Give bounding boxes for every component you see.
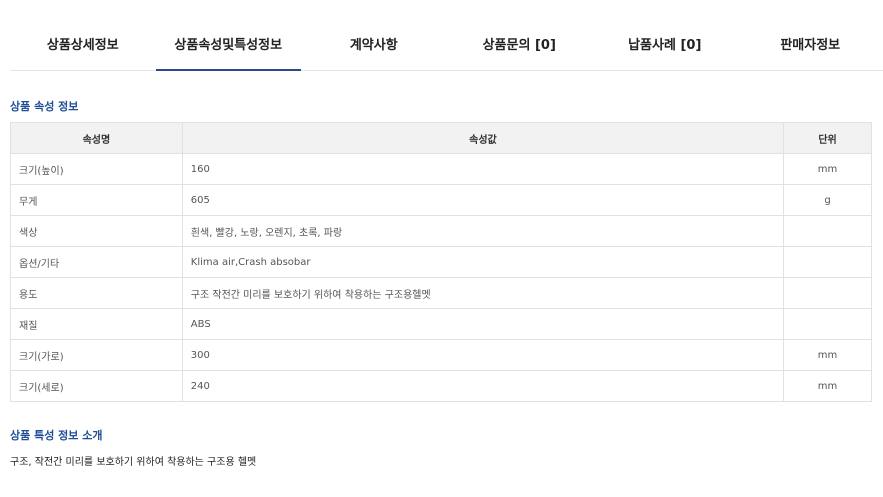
attribute-name: 크기(높이) xyxy=(10,153,183,185)
attribute-value: 구조 작전간 미리를 보호하기 위하여 착용하는 구조용헬멧 xyxy=(181,277,785,309)
attribute-unit: mm xyxy=(783,339,872,371)
attributes-header-row: 속성명 속성값 단위 xyxy=(10,122,872,154)
table-row: 재질 ABS xyxy=(10,308,872,340)
header-attribute-name: 속성명 xyxy=(10,122,183,154)
attributes-table: 속성명 속성값 단위 크기(높이) 160 mm 무게 605 g 색상 흰색,… xyxy=(10,122,872,402)
attribute-unit: g xyxy=(783,184,872,216)
attribute-unit: mm xyxy=(783,153,872,185)
attribute-value: 흰색, 빨강, 노랑, 오렌지, 초록, 파랑 xyxy=(181,215,785,247)
tab-product-detail[interactable]: 상품상세정보 xyxy=(10,22,156,71)
product-tab-bar: 상품상세정보 상품속성및특성정보 계약사항 상품문의 [0] 납품사례 [0] … xyxy=(10,22,883,71)
attribute-value: ABS xyxy=(181,308,785,340)
attribute-name: 크기(세로) xyxy=(10,370,183,402)
attribute-value: 160 xyxy=(181,153,785,185)
attribute-value: 300 xyxy=(181,339,785,371)
tab-product-inquiry[interactable]: 상품문의 [0] xyxy=(447,22,593,71)
attribute-unit xyxy=(783,308,872,340)
attribute-unit xyxy=(783,246,872,278)
header-attribute-value: 속성값 xyxy=(181,122,785,154)
tab-seller-info[interactable]: 판매자정보 xyxy=(738,22,883,71)
attribute-value: 605 xyxy=(181,184,785,216)
attribute-value: Klima air,Crash absobar xyxy=(181,246,785,278)
attribute-name: 색상 xyxy=(10,215,183,247)
attribute-name: 크기(가로) xyxy=(10,339,183,371)
table-row: 무게 605 g xyxy=(10,184,872,216)
attribute-value: 240 xyxy=(181,370,785,402)
table-row: 색상 흰색, 빨강, 노랑, 오렌지, 초록, 파랑 xyxy=(10,215,872,247)
tab-product-attributes[interactable]: 상품속성및특성정보 xyxy=(155,22,301,71)
attributes-section-title: 상품 속성 정보 xyxy=(10,100,79,113)
features-section-title: 상품 특성 정보 소개 xyxy=(10,429,103,442)
features-description: 구조, 작전간 미리를 보호하기 위하여 착용하는 구조용 헬멧 xyxy=(10,457,257,468)
tab-delivery-cases[interactable]: 납품사례 [0] xyxy=(592,22,738,71)
tab-contract-terms[interactable]: 계약사항 xyxy=(301,22,447,71)
table-row: 옵션/기타 Klima air,Crash absobar xyxy=(10,246,872,278)
attribute-unit xyxy=(783,277,872,309)
header-unit: 단위 xyxy=(783,122,872,154)
table-row: 크기(세로) 240 mm xyxy=(10,370,872,402)
attribute-name: 재질 xyxy=(10,308,183,340)
table-row: 크기(가로) 300 mm xyxy=(10,339,872,371)
attribute-name: 용도 xyxy=(10,277,183,309)
table-row: 용도 구조 작전간 미리를 보호하기 위하여 착용하는 구조용헬멧 xyxy=(10,277,872,309)
attribute-unit: mm xyxy=(783,370,872,402)
attribute-name: 옵션/기타 xyxy=(10,246,183,278)
attribute-name: 무게 xyxy=(10,184,183,216)
table-row: 크기(높이) 160 mm xyxy=(10,153,872,185)
attribute-unit xyxy=(783,215,872,247)
